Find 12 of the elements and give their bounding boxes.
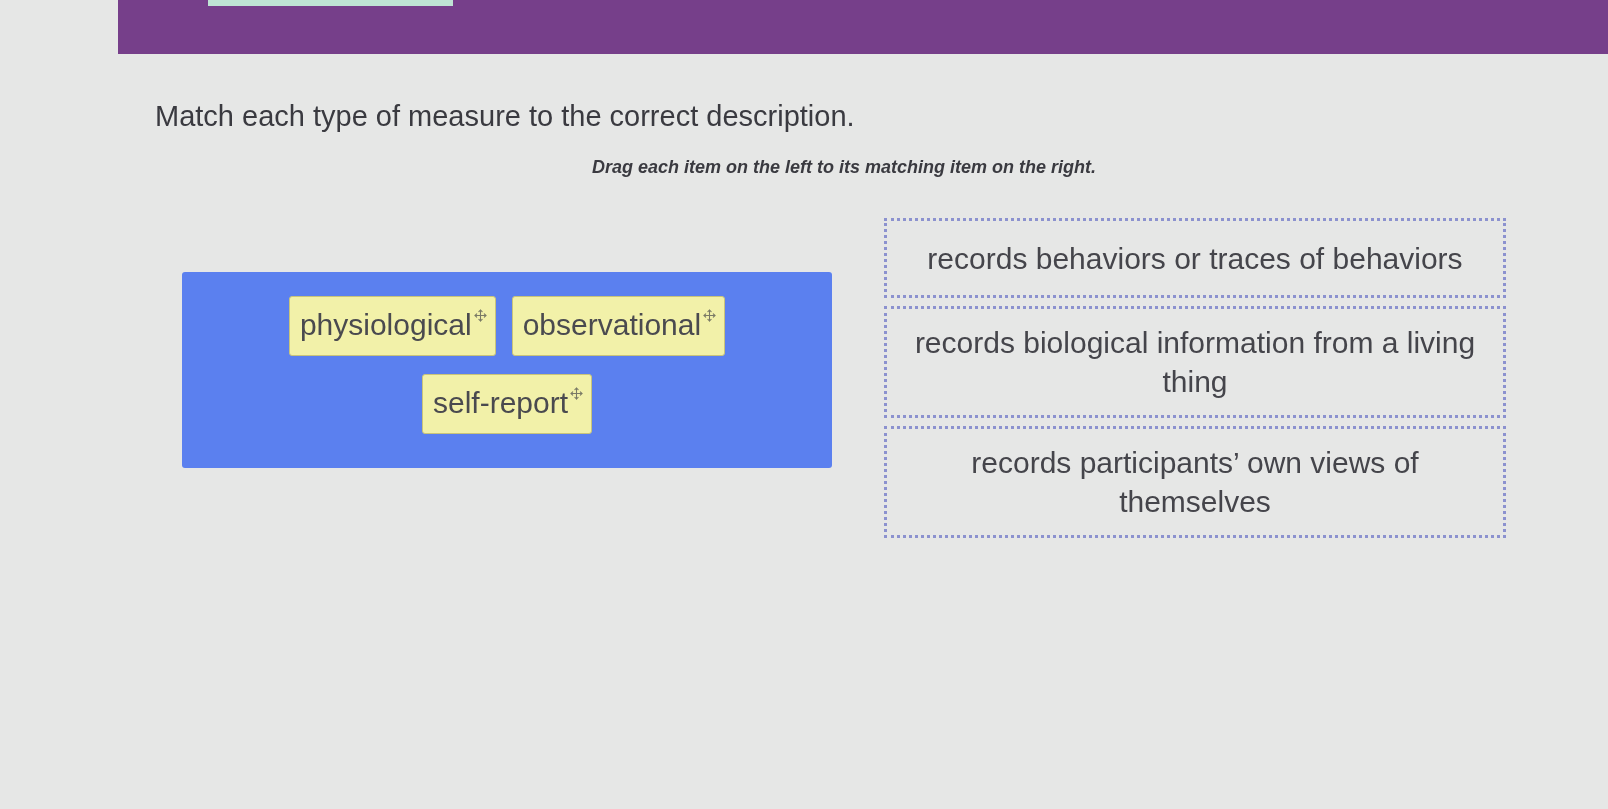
drop-target[interactable]: records participants’ own views of themselves (884, 426, 1506, 538)
drop-target[interactable]: records behaviors or traces of behaviors (884, 218, 1506, 298)
draggable-answer[interactable]: physiological (288, 296, 496, 356)
move-icon (473, 309, 487, 322)
drop-target[interactable]: records biological information from a living thing (884, 306, 1506, 418)
header-tab[interactable] (208, 0, 453, 6)
move-icon (570, 387, 583, 400)
question-title: Match each type of measure to the correct description. (155, 100, 856, 133)
draggable-answer[interactable]: observational (511, 296, 726, 356)
instruction-text: Drag each item on the left to its matching item on the right. (590, 157, 1097, 178)
move-icon (703, 309, 717, 322)
draggable-answer[interactable]: self-report (421, 374, 592, 434)
